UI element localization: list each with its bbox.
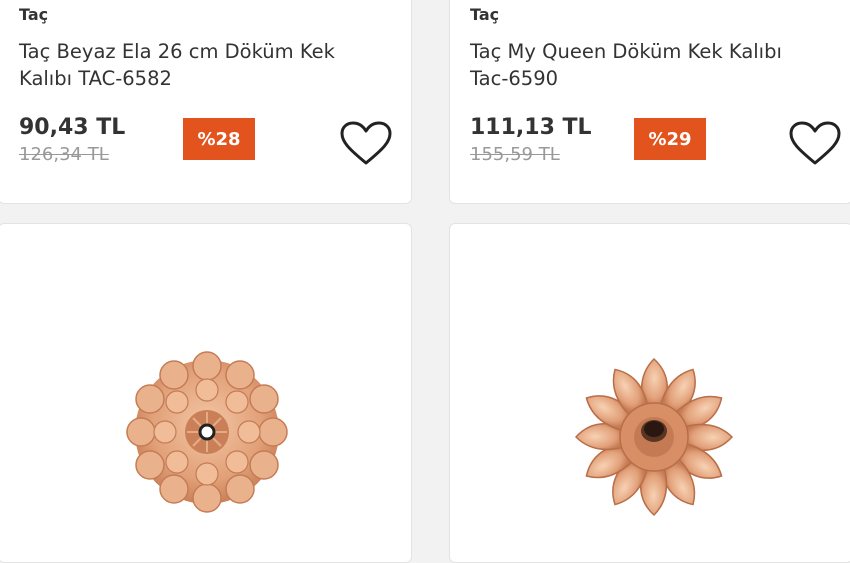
product-card[interactable] — [0, 223, 412, 563]
product-brand: Taç — [470, 5, 500, 24]
product-price: 111,13 TL — [470, 115, 592, 140]
product-price: 90,43 TL — [19, 115, 126, 140]
heart-icon[interactable] — [339, 121, 393, 165]
product-title[interactable]: Taç Beyaz Ela 26 cm Döküm Kek Kalıbı TAC… — [19, 38, 359, 92]
product-title[interactable]: Taç My Queen Döküm Kek Kalıbı Tac-6590 — [470, 38, 810, 92]
product-old-price: 126,34 TL — [19, 144, 109, 165]
product-image[interactable] — [117, 342, 297, 526]
product-card[interactable] — [449, 223, 850, 563]
discount-badge: %28 — [183, 118, 255, 160]
discount-badge: %29 — [634, 118, 706, 160]
product-card[interactable]: Taç Taç Beyaz Ela 26 cm Döküm Kek Kalıbı… — [0, 0, 412, 204]
product-card[interactable]: Taç Taç My Queen Döküm Kek Kalıbı Tac-65… — [449, 0, 850, 204]
heart-icon[interactable] — [788, 121, 842, 165]
product-old-price: 155,59 TL — [470, 144, 560, 165]
product-brand: Taç — [19, 5, 49, 24]
product-image[interactable] — [569, 342, 739, 526]
